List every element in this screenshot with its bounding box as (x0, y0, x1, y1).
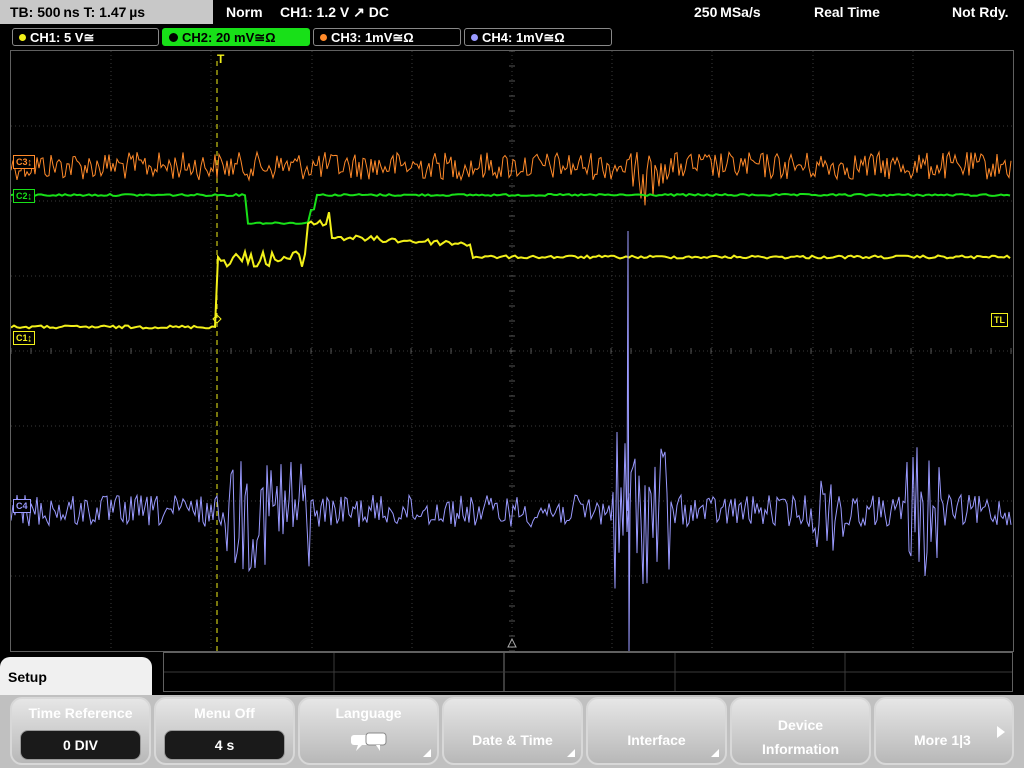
sample-rate: 250 MSa/s (694, 4, 761, 20)
trigger-readout[interactable]: CH1: 1.2 V ↗ DC (280, 0, 389, 24)
submenu-corner-icon (423, 749, 431, 757)
interface-label: Interface (627, 732, 686, 748)
next-page-arrow-icon (997, 726, 1005, 738)
trigger-mode[interactable]: Norm (226, 0, 263, 24)
channel-1-waveform (11, 211, 1011, 330)
channel-1-dot-icon (19, 34, 26, 42)
channel-4-label: CH4: 1mV≅Ω (482, 30, 565, 45)
language-softkey[interactable]: Language (298, 697, 439, 765)
submenu-corner-icon (567, 749, 575, 757)
menu-off-softkey[interactable]: Menu Off 4 s (154, 697, 295, 765)
waveform-display[interactable]: T C3↨ C2↨ C1↨ C4 TL (10, 50, 1014, 652)
channel-2-offset-marker[interactable]: C2↨ (13, 189, 36, 203)
channel-4-dot-icon (471, 34, 478, 42)
channel-1-tab[interactable]: CH1: 5 V≅ (12, 28, 159, 46)
channel-3-dot-icon (320, 34, 327, 42)
waveform-canvas (11, 51, 1013, 651)
channel-4-offset-marker[interactable]: C4 (13, 499, 31, 513)
trigger-status: Not Rdy. (952, 4, 1009, 20)
language-label: Language (335, 705, 402, 721)
overview-grid (164, 653, 1012, 691)
menu-off-label: Menu Off (194, 705, 255, 721)
interface-softkey[interactable]: Interface (586, 697, 727, 765)
graticule-ticks (11, 51, 1012, 651)
channel-2-waveform (11, 192, 1011, 225)
channel-3-tab[interactable]: CH3: 1mV≅Ω (313, 28, 461, 46)
channel-2-dot-icon (169, 33, 178, 43)
time-reference-softkey[interactable]: Time Reference 0 DIV (10, 697, 151, 765)
menu-off-value: 4 s (164, 730, 285, 760)
setup-menu-tab[interactable]: Setup (0, 657, 152, 695)
channel-1-label: CH1: 5 V≅ (30, 30, 95, 45)
date-time-softkey[interactable]: Date & Time (442, 697, 583, 765)
more-label: More 1|3 (914, 732, 971, 748)
submenu-corner-icon (711, 749, 719, 757)
channel-3-offset-marker[interactable]: C3↨ (13, 155, 36, 169)
device-information-softkey[interactable]: Device Information (730, 697, 871, 765)
zoom-overview-strip (163, 652, 1013, 692)
channel-3-label: CH3: 1mV≅Ω (331, 30, 414, 45)
trigger-level-label[interactable]: TL (991, 313, 1008, 327)
channel-2-label: CH2: 20 mV≅Ω (182, 30, 276, 45)
trigger-marker-icon[interactable]: T (215, 53, 226, 65)
time-reference-value: 0 DIV (20, 730, 141, 760)
channel-3-waveform (11, 150, 1012, 206)
timebase-readout[interactable]: TB: 500 ns T: 1.47 µs (0, 0, 213, 24)
acquisition-mode[interactable]: Real Time (814, 0, 880, 24)
more-softkey[interactable]: More 1|3 (874, 697, 1014, 765)
status-bar: TB: 500 ns T: 1.47 µs Norm CH1: 1.2 V ↗ … (0, 0, 1024, 24)
channel-2-tab[interactable]: CH2: 20 mV≅Ω (162, 28, 310, 46)
channel-4-tab[interactable]: CH4: 1mV≅Ω (464, 28, 612, 46)
channel-1-offset-marker[interactable]: C1↨ (13, 331, 36, 345)
date-time-label: Date & Time (472, 732, 553, 748)
device-information-label: Device Information (762, 717, 839, 757)
time-reference-label: Time Reference (28, 705, 133, 721)
speech-bubbles-icon (351, 732, 387, 751)
